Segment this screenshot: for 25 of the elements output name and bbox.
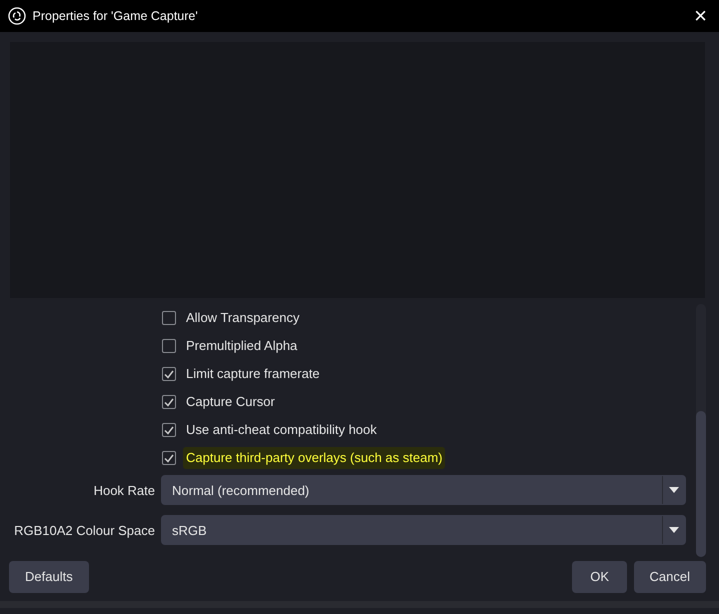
- scrollbar[interactable]: [696, 304, 706, 557]
- checkbox-label[interactable]: Limit capture framerate: [183, 363, 323, 385]
- checkbox[interactable]: [162, 395, 176, 409]
- dialog-button[interactable]: Cancel: [634, 561, 706, 593]
- field-label: Hook Rate: [92, 482, 155, 500]
- caret-icon: [669, 527, 679, 534]
- dropdown[interactable]: sRGB: [161, 515, 686, 546]
- checkbox-label[interactable]: Use anti-cheat compatibility hook: [183, 419, 380, 441]
- dialog-button[interactable]: Defaults: [9, 561, 89, 593]
- dialog-button[interactable]: OK: [572, 561, 628, 593]
- caret-icon: [669, 487, 679, 494]
- checkbox-label[interactable]: Allow Transparency: [183, 307, 302, 329]
- field-label: RGB10A2 Colour Space: [13, 522, 155, 540]
- dropdown[interactable]: Normal (recommended): [161, 475, 686, 506]
- checkbox-label[interactable]: Capture Cursor: [183, 391, 278, 413]
- window-title: Properties for 'Game Capture': [32, 8, 199, 25]
- checkbox[interactable]: [162, 339, 176, 353]
- checkbox-label[interactable]: Capture third-party overlays (such as steam): [183, 447, 446, 469]
- checkbox[interactable]: [162, 451, 176, 465]
- checkbox[interactable]: [162, 423, 176, 437]
- checkbox-label[interactable]: Premultiplied Alpha: [183, 335, 300, 357]
- app-logo-icon: [8, 7, 26, 25]
- checkbox[interactable]: [162, 367, 176, 381]
- checkbox[interactable]: [162, 311, 176, 325]
- close-button[interactable]: ×: [690, 5, 711, 27]
